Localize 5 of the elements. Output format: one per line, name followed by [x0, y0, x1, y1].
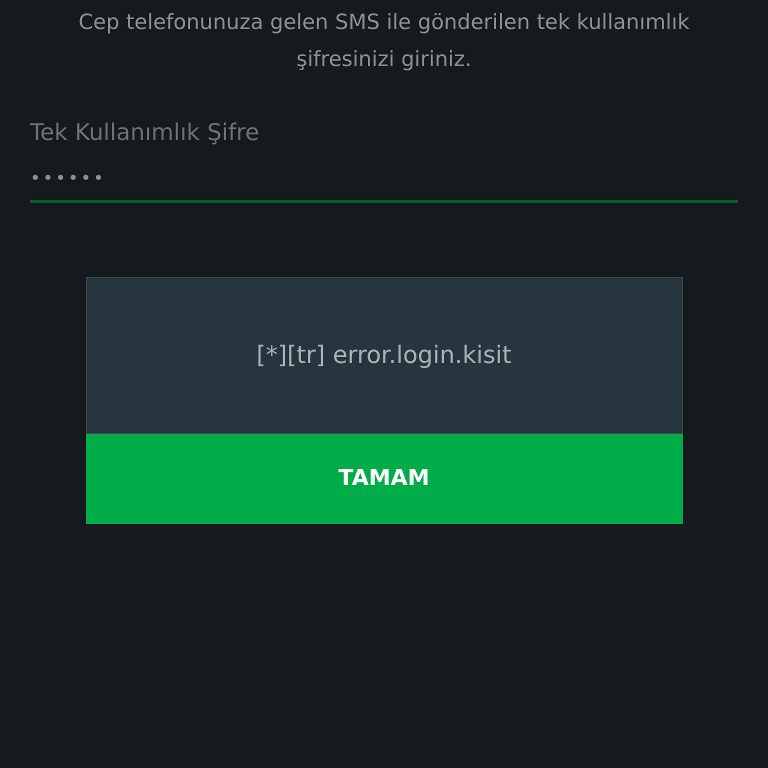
error-message: [*][tr] error.login.kisit	[256, 340, 512, 371]
instruction-text: Cep telefonunuza gelen SMS ile gönderilen tek kullanımlık şifresinizi giriniz.	[78, 9, 690, 73]
ok-button[interactable]: TAMAM	[86, 434, 682, 524]
field-label: Tek Kullanımlık Şifre	[30, 119, 260, 148]
password-field[interactable]: ••••••	[30, 150, 738, 202]
